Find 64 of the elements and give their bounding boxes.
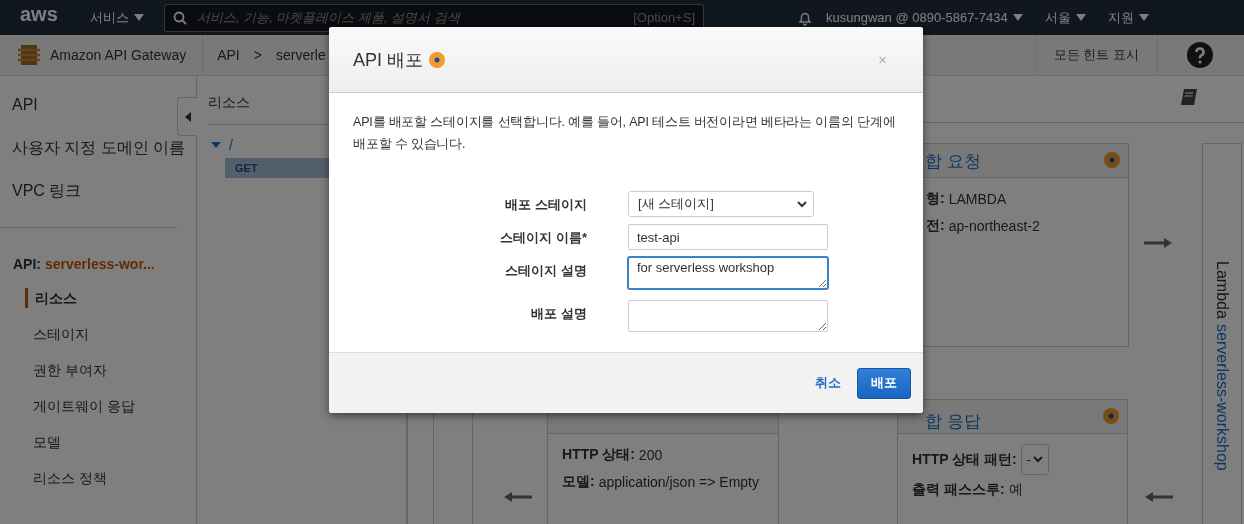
caret-icon [1075, 14, 1086, 21]
resource-path[interactable]: / [229, 137, 233, 153]
region-menu[interactable]: 서울 [1044, 8, 1071, 27]
support-menu[interactable]: 지원 [1107, 8, 1134, 27]
info-line: 출력 패스스루: 예 [911, 481, 1024, 499]
nav-link[interactable]: 스테이지 [33, 324, 196, 344]
nav-link[interactable]: 사용자 지정 도메인 이름 [0, 133, 186, 176]
breadcrumb-link[interactable]: API [217, 47, 240, 63]
info-icon[interactable] [1104, 152, 1120, 168]
nav-link[interactable]: 권한 부여자 [33, 360, 196, 380]
info-line: 모델: application/json => Empty [561, 473, 760, 491]
info-line: 형: LAMBDA [925, 190, 1008, 208]
field-label: 배포 스테이지 [504, 196, 587, 214]
deploy-button[interactable]: 배포 [857, 367, 911, 399]
search-icon [173, 10, 187, 25]
function-link[interactable]: serverless-workshop [1213, 323, 1231, 471]
pattern-select[interactable]: - [1020, 444, 1049, 475]
shortcut-hint: [Option+S] [633, 10, 695, 25]
gateway-logo-icon [18, 44, 40, 66]
info-icon[interactable] [429, 51, 445, 68]
field-label: 스테이지 설명 [504, 262, 587, 280]
info-icon[interactable] [1103, 408, 1119, 424]
nav-link[interactable]: API [0, 90, 38, 133]
breadcrumb-link[interactable]: serverle [275, 47, 326, 63]
stage-select[interactable]: [새 스테이지] [628, 191, 814, 217]
caret-icon [1012, 14, 1023, 21]
panel-title[interactable]: 합 요청 [925, 150, 981, 173]
caret-icon [134, 14, 144, 21]
product-name[interactable]: Amazon API Gateway [50, 47, 187, 63]
help-icon[interactable] [1187, 42, 1213, 68]
account-menu[interactable]: kusungwan @ 0890-5867-7434 [826, 10, 1008, 25]
info-line: 전: ap-northeast-2 [925, 217, 1041, 235]
nav-link[interactable]: VPC 링크 [0, 176, 82, 219]
nav-link[interactable]: 리소스 정책 [33, 468, 196, 488]
arrow-right-icon [1144, 238, 1172, 248]
description-field[interactable] [628, 300, 828, 332]
aws-logo[interactable]: aws [20, 3, 60, 24]
caret-icon [1138, 14, 1149, 21]
description-field[interactable]: for serverless workshop [628, 257, 828, 289]
nav-link[interactable]: 모델 [33, 432, 196, 452]
nav-link[interactable]: 게이트웨이 응답 [33, 396, 196, 416]
field-label: HTTP 상태 패턴: [912, 450, 1017, 469]
lambda-label: Lambda [1213, 261, 1231, 319]
services-menu[interactable]: 서비스 [90, 8, 129, 27]
panel-title[interactable]: 합 응답 [925, 410, 981, 433]
nav-link[interactable]: 리소스 [25, 288, 196, 308]
arrow-left-icon [1145, 492, 1173, 502]
stage-name-field[interactable]: test-api [628, 224, 828, 250]
info-line: HTTP 상태: 200 [561, 446, 664, 464]
breadcrumb-separator: > [253, 47, 262, 63]
collapse-handle[interactable] [177, 97, 197, 136]
book-icon[interactable] [1180, 88, 1198, 106]
search-field[interactable]: 서비스, 기능, 마켓플레이스 제품, 설명서 검색 [195, 9, 626, 26]
chevron-down-icon [797, 200, 807, 208]
chevron-down-icon [1032, 456, 1043, 463]
field-label: 스테이지 이름* [499, 229, 587, 247]
api-label: API: [13, 256, 41, 272]
api-name[interactable]: serverless-wor... [45, 256, 155, 272]
show-hints-button[interactable]: 모든 힌트 표시 [1034, 35, 1158, 75]
dialog-title: API 배포 [353, 48, 423, 72]
caret-icon[interactable] [211, 142, 221, 148]
cancel-link[interactable]: 취소 [815, 374, 841, 392]
arrow-left-icon [504, 492, 532, 502]
field-label: 배포 설명 [530, 305, 587, 323]
